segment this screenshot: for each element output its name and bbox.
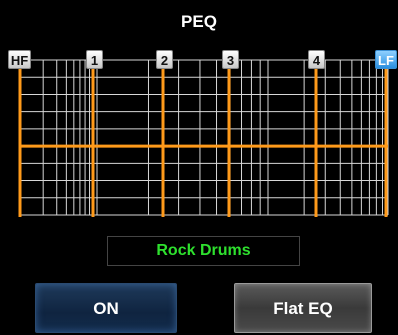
band-marker-3[interactable]: 3	[222, 50, 239, 69]
band-marker-1[interactable]: 1	[86, 50, 103, 69]
band-marker-lf[interactable]: LF	[375, 50, 397, 69]
band-marker-2[interactable]: 2	[156, 50, 173, 69]
eq-graph[interactable]: HF 1 2 3 4 LF	[0, 0, 398, 230]
flat-eq-button[interactable]: Flat EQ	[234, 283, 372, 333]
preset-name: Rock Drums	[107, 236, 300, 266]
band-marker-4[interactable]: 4	[308, 50, 325, 69]
band-marker-hf[interactable]: HF	[8, 50, 31, 69]
eq-grid	[18, 58, 389, 217]
eq-on-button[interactable]: ON	[35, 283, 177, 333]
